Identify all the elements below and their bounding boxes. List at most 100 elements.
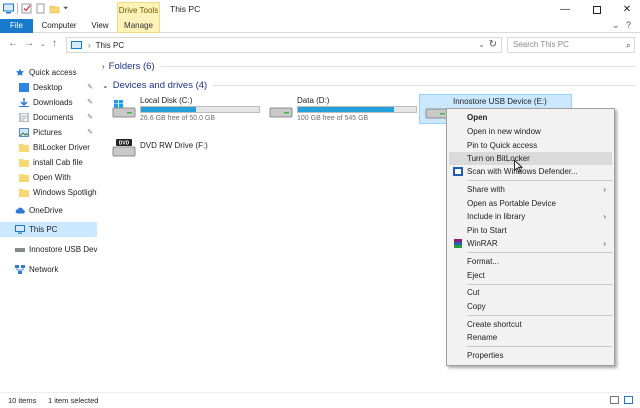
computer-icon[interactable]	[3, 3, 14, 14]
title-bar: ⏷ Drive Tools This PC — ✕	[0, 0, 640, 19]
winrar-icon	[454, 239, 462, 248]
menu-item-include-library[interactable]: Include in library ›	[449, 210, 612, 223]
menu-item-cut[interactable]: Cut	[449, 286, 612, 299]
window-title: This PC	[170, 4, 201, 14]
network-icon	[15, 265, 25, 274]
cloud-icon	[15, 207, 25, 214]
selected-count: 1 item selected	[48, 396, 99, 405]
search-placeholder: Search This PC	[513, 40, 569, 49]
maximize-button[interactable]	[582, 0, 612, 19]
address-bar[interactable]: › This PC ⌄ ↻	[66, 37, 502, 53]
pin-icon[interactable]: ✎	[87, 98, 93, 106]
large-icons-view-icon[interactable]	[624, 396, 633, 404]
drive-tools-label: Drive Tools	[117, 2, 160, 19]
address-history-icon[interactable]: ⌄	[478, 40, 485, 49]
folder-icon	[19, 174, 29, 182]
menu-item-scan-defender[interactable]: Scan with Windows Defender...	[449, 165, 612, 178]
details-view-icon[interactable]	[610, 396, 619, 404]
menu-item-winrar[interactable]: WinRAR ›	[449, 237, 612, 250]
nav-item-desktop[interactable]: Desktop ✎	[0, 80, 97, 95]
desktop-icon	[19, 83, 29, 92]
pin-icon[interactable]: ✎	[87, 128, 93, 136]
nav-item-network[interactable]: Network	[0, 262, 97, 277]
minimize-button[interactable]: —	[550, 0, 580, 19]
navigation-pane: Quick access Desktop ✎ Downloads ✎ Docum…	[0, 56, 97, 392]
menu-item-format[interactable]: Format...	[449, 255, 612, 268]
folder-icon	[19, 159, 29, 167]
tab-file[interactable]: File	[0, 19, 33, 33]
maximize-icon	[593, 5, 601, 14]
drive-name: Data (D:)	[297, 96, 330, 105]
back-arrow-icon[interactable]: ←	[8, 38, 18, 49]
menu-item-share-with[interactable]: Share with ›	[449, 183, 612, 196]
menu-item-copy[interactable]: Copy	[449, 300, 612, 313]
nav-item-documents[interactable]: Documents ✎	[0, 110, 97, 125]
nav-item-innostore-usb[interactable]: Innostore USB Device	[0, 242, 97, 257]
svg-text:DVD: DVD	[119, 141, 130, 147]
tab-manage[interactable]: Manage	[117, 19, 160, 33]
menu-item-open-portable[interactable]: Open as Portable Device	[449, 197, 612, 210]
menu-item-create-shortcut[interactable]: Create shortcut	[449, 318, 612, 331]
nav-label: Network	[29, 265, 59, 274]
folders-group-header[interactable]: › Folders (6)	[102, 61, 636, 72]
nav-label: Quick access	[29, 68, 77, 77]
new-folder-icon[interactable]	[35, 3, 46, 14]
menu-label: Pin to Quick access	[467, 141, 538, 150]
breadcrumb[interactable]: This PC	[96, 41, 124, 50]
menu-item-turn-on-bitlocker[interactable]: Turn on BitLocker	[449, 152, 612, 165]
pin-icon[interactable]: ✎	[87, 113, 93, 121]
nav-item-this-pc[interactable]: This PC	[0, 222, 97, 237]
chevron-down-icon: ⌄	[102, 81, 109, 90]
navigation-bar: ← → ⌄ ↑ › This PC ⌄ ↻ Search This PC ⌕	[0, 34, 640, 55]
menu-item-open-new-window[interactable]: Open in new window	[449, 125, 612, 138]
close-button[interactable]: ✕	[612, 0, 640, 19]
search-input[interactable]: Search This PC ⌕	[507, 37, 635, 53]
menu-label: Open	[467, 113, 488, 122]
submenu-arrow-icon: ›	[603, 239, 606, 248]
nav-item-downloads[interactable]: Downloads ✎	[0, 95, 97, 110]
menu-item-open[interactable]: Open	[449, 111, 612, 124]
star-icon	[15, 68, 25, 77]
drive-c[interactable]: Local Disk (C:) 26.6 GB free of 50.0 GB	[107, 94, 260, 124]
menu-item-eject[interactable]: Eject	[449, 269, 612, 282]
pin-icon[interactable]: ✎	[87, 83, 93, 91]
nav-item-onedrive[interactable]: OneDrive	[0, 203, 97, 218]
customize-toolbar-icon[interactable]: ⏷	[63, 5, 69, 13]
dvd-drive-icon: DVD	[112, 139, 136, 157]
drive-d[interactable]: Data (D:) 100 GB free of 545 GB	[264, 94, 417, 124]
tab-computer[interactable]: Computer	[35, 19, 83, 33]
nav-item-pictures[interactable]: Pictures ✎	[0, 125, 97, 140]
nav-item-install-cab-file[interactable]: install Cab file	[0, 155, 97, 170]
menu-item-properties[interactable]: Properties	[449, 349, 612, 362]
menu-separator	[467, 284, 612, 285]
nav-item-quick-access[interactable]: Quick access	[0, 65, 97, 80]
defender-icon	[453, 167, 463, 176]
refresh-icon[interactable]: ↻	[489, 39, 497, 50]
devices-group-header[interactable]: ⌄ Devices and drives (4)	[102, 80, 636, 91]
menu-item-rename[interactable]: Rename	[449, 331, 612, 344]
nav-item-windows-spotlight[interactable]: Windows Spotlight	[0, 185, 97, 200]
nav-item-open-with[interactable]: Open With	[0, 170, 97, 185]
folder-icon	[19, 144, 29, 152]
menu-label: Create shortcut	[467, 320, 522, 329]
menu-label: Share with	[467, 185, 505, 194]
quick-access-toolbar: ⏷	[3, 3, 69, 14]
recent-locations-icon[interactable]: ⌄	[40, 40, 46, 48]
folder-icon[interactable]	[49, 3, 60, 14]
picture-icon	[19, 128, 29, 137]
expand-ribbon-icon[interactable]: ⌄	[612, 20, 620, 31]
drive-f[interactable]: DVD DVD RW Drive (F:)	[107, 132, 259, 162]
up-arrow-icon[interactable]: ↑	[52, 38, 57, 49]
windows-drive-icon	[112, 100, 136, 118]
properties-icon[interactable]	[21, 3, 32, 14]
help-icon[interactable]: ?	[626, 20, 631, 30]
forward-arrow-icon[interactable]: →	[24, 38, 34, 49]
nav-item-bitlocker-driver[interactable]: BitLocker Driver	[0, 140, 97, 155]
menu-item-pin-start[interactable]: Pin to Start	[449, 224, 612, 237]
folder-icon	[19, 189, 29, 197]
computer-icon	[71, 41, 82, 49]
breadcrumb-arrow-icon[interactable]: ›	[88, 41, 91, 50]
tab-view[interactable]: View	[86, 19, 114, 33]
menu-item-pin-quick-access[interactable]: Pin to Quick access	[449, 139, 612, 152]
divider	[160, 66, 636, 67]
